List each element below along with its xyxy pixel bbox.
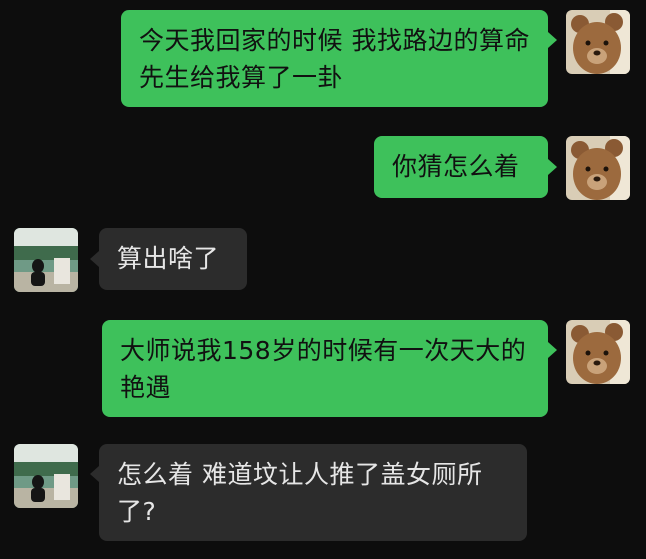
- person-by-lake-icon: [14, 444, 78, 508]
- message-text: 大师说我158岁的时候有一次天大的艳遇: [120, 336, 527, 402]
- bubble-tail: [548, 342, 557, 358]
- self-avatar[interactable]: [566, 320, 630, 384]
- message-text: 算出啥了: [117, 244, 220, 273]
- friend-avatar[interactable]: [14, 228, 78, 292]
- message-bubble-outgoing[interactable]: 大师说我158岁的时候有一次天大的艳遇: [102, 320, 548, 417]
- bubble-tail: [548, 159, 557, 175]
- friend-avatar[interactable]: [14, 444, 78, 508]
- message-text: 你猜怎么着: [392, 152, 520, 181]
- message-bubble-incoming[interactable]: 怎么着 难道坟让人推了盖女厕所了?: [99, 444, 527, 541]
- bubble-tail: [548, 32, 557, 48]
- message-bubble-outgoing[interactable]: 你猜怎么着: [374, 136, 548, 198]
- teddy-bear-icon: [566, 320, 630, 384]
- message-text: 今天我回家的时候 我找路边的算命先生给我算了一卦: [139, 26, 530, 92]
- self-avatar[interactable]: [566, 136, 630, 200]
- teddy-bear-icon: [566, 10, 630, 74]
- self-avatar[interactable]: [566, 10, 630, 74]
- message-bubble-incoming[interactable]: 算出啥了: [99, 228, 247, 290]
- bubble-tail: [90, 466, 99, 482]
- bubble-tail: [90, 251, 99, 267]
- message-bubble-outgoing[interactable]: 今天我回家的时候 我找路边的算命先生给我算了一卦: [121, 10, 548, 107]
- message-text: 怎么着 难道坟让人推了盖女厕所了?: [117, 460, 483, 526]
- teddy-bear-icon: [566, 136, 630, 200]
- person-by-lake-icon: [14, 228, 78, 292]
